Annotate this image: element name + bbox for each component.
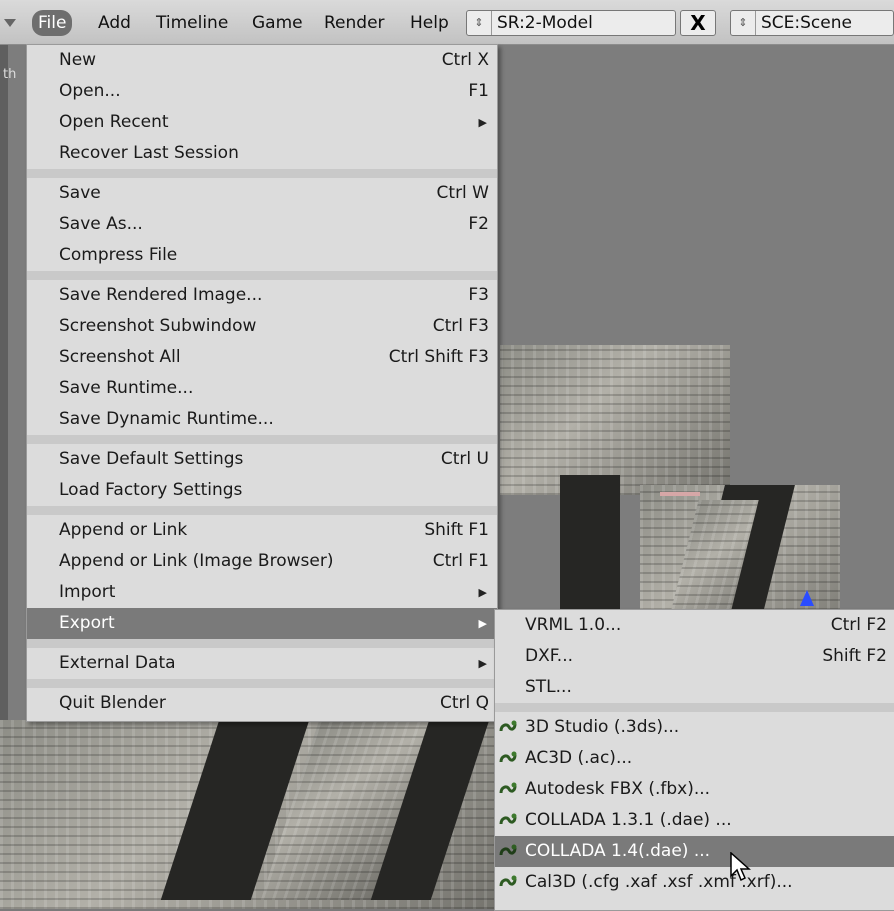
menu-item-save-dynamic-runtime[interactable]: Save Dynamic Runtime...: [27, 404, 497, 435]
spinner-icon[interactable]: ⇕: [731, 11, 756, 35]
mouse-pointer-icon: [730, 852, 751, 882]
menu-separator: [27, 271, 497, 280]
menu-add[interactable]: Add: [92, 10, 137, 36]
submenu-arrow-icon: ▶: [478, 586, 487, 599]
menu-item-recover-last-session[interactable]: Recover Last Session: [27, 138, 497, 169]
menu-item-append-or-link[interactable]: Append or Link Shift F1: [27, 515, 497, 546]
menu-item-external-data[interactable]: External Data ▶: [27, 648, 497, 679]
menu-item-export[interactable]: Export ▶: [27, 608, 497, 639]
menu-help[interactable]: Help: [404, 10, 455, 36]
snake-script-icon: [499, 875, 517, 887]
export-item-vrml[interactable]: VRML 1.0... Ctrl F2: [495, 610, 894, 641]
pyramid-shadow: [560, 475, 620, 615]
export-item-dxf[interactable]: DXF... Shift F2: [495, 641, 894, 672]
spinner-icon[interactable]: ⇕: [467, 11, 492, 35]
screen-selector[interactable]: ⇕ SR:2-Model: [466, 10, 676, 36]
viewport-label: th: [3, 67, 17, 82]
export-item-collada-14[interactable]: COLLADA 1.4(.dae) ...: [495, 836, 894, 867]
menu-item-save-rendered-image[interactable]: Save Rendered Image... F3: [27, 280, 497, 311]
export-submenu: VRML 1.0... Ctrl F2 DXF... Shift F2 STL...…: [494, 609, 894, 911]
menu-item-load-factory-settings[interactable]: Load Factory Settings: [27, 475, 497, 506]
scene-name: SCE:Scene: [761, 13, 852, 33]
export-item-collada-131[interactable]: COLLADA 1.3.1 (.dae) ...: [495, 805, 894, 836]
menu-separator: [27, 639, 497, 648]
menu-timeline[interactable]: Timeline: [150, 10, 234, 36]
menu-item-open-recent[interactable]: Open Recent ▶: [27, 107, 497, 138]
export-item-3ds[interactable]: 3D Studio (.3ds)...: [495, 712, 894, 743]
screen-name: SR:2-Model: [497, 13, 593, 33]
submenu-arrow-icon: ▶: [478, 116, 487, 129]
menu-render[interactable]: Render: [318, 10, 391, 36]
submenu-arrow-icon: ▶: [478, 657, 487, 670]
snake-script-icon: [499, 782, 517, 794]
menu-separator: [27, 506, 497, 515]
menu-separator: [27, 679, 497, 688]
menu-item-append-or-link-image-browser[interactable]: Append or Link (Image Browser) Ctrl F1: [27, 546, 497, 577]
snake-script-icon: [499, 844, 517, 856]
menu-item-open[interactable]: Open... F1: [27, 76, 497, 107]
menu-item-save-runtime[interactable]: Save Runtime...: [27, 373, 497, 404]
close-screen-button[interactable]: X: [680, 10, 716, 36]
pyramid-upper-tier: [500, 345, 730, 495]
menu-item-new[interactable]: New Ctrl X: [27, 45, 497, 76]
edge-highlight: [660, 492, 700, 496]
menu-item-screenshot-subwindow[interactable]: Screenshot Subwindow Ctrl F3: [27, 311, 497, 342]
export-item-fbx[interactable]: Autodesk FBX (.fbx)...: [495, 774, 894, 805]
menu-item-save-as[interactable]: Save As... F2: [27, 209, 497, 240]
axis-gizmo-icon: [800, 590, 814, 606]
export-item-stl[interactable]: STL...: [495, 672, 894, 703]
menu-separator: [495, 703, 894, 712]
file-menu: New Ctrl X Open... F1 Open Recent ▶ Recover…: [26, 44, 498, 722]
menu-item-quit-blender[interactable]: Quit Blender Ctrl Q: [27, 688, 497, 719]
submenu-arrow-icon: ▶: [478, 617, 487, 630]
collapse-triangle-icon[interactable]: [4, 19, 16, 27]
export-item-ac3d[interactable]: AC3D (.ac)...: [495, 743, 894, 774]
top-menu-bar: File Add Timeline Game Render Help ⇕ SR:…: [0, 0, 894, 45]
menu-item-compress-file[interactable]: Compress File: [27, 240, 497, 271]
menu-game[interactable]: Game: [246, 10, 309, 36]
menu-item-save[interactable]: Save Ctrl W: [27, 178, 497, 209]
menu-item-screenshot-all[interactable]: Screenshot All Ctrl Shift F3: [27, 342, 497, 373]
scene-selector[interactable]: ⇕ SCE:Scene: [730, 10, 894, 36]
snake-script-icon: [499, 720, 517, 732]
menu-item-import[interactable]: Import ▶: [27, 577, 497, 608]
export-item-cal3d[interactable]: Cal3D (.cfg .xaf .xsf .xmf .xrf)...: [495, 867, 894, 898]
menu-item-save-default-settings[interactable]: Save Default Settings Ctrl U: [27, 444, 497, 475]
menu-separator: [27, 435, 497, 444]
menu-file[interactable]: File: [32, 10, 73, 36]
menu-separator: [27, 169, 497, 178]
snake-script-icon: [499, 813, 517, 825]
snake-script-icon: [499, 751, 517, 763]
